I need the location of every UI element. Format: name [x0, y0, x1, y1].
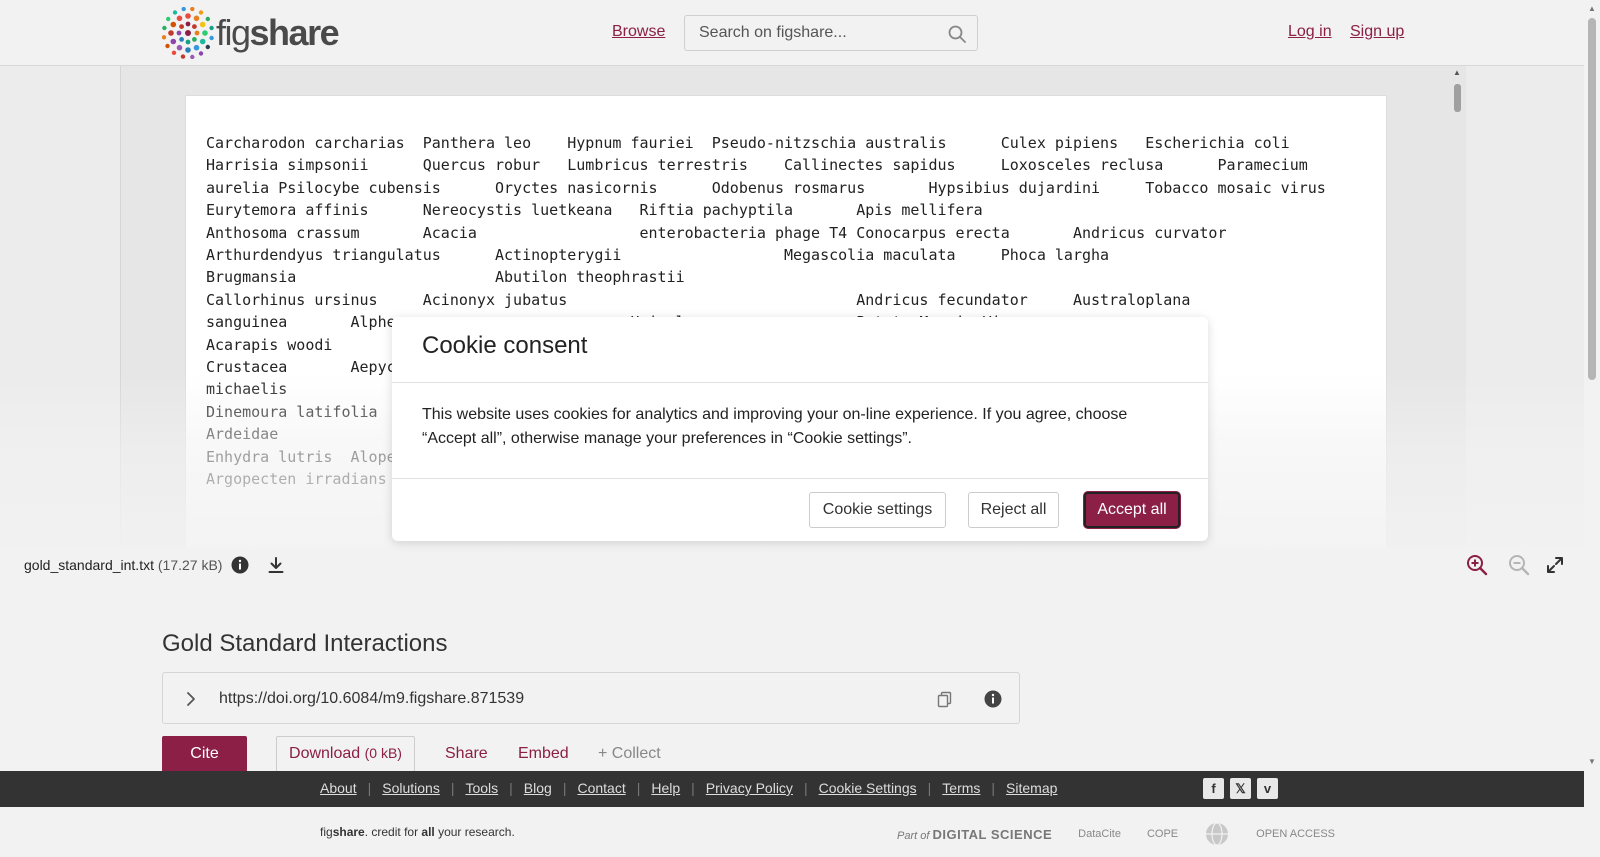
vimeo-icon[interactable]: v [1257, 778, 1278, 799]
cite-button[interactable]: Cite [162, 736, 247, 772]
footer-links: About | Solutions | Tools | Blog | Contact | … [320, 780, 1057, 796]
datacite-logo[interactable]: DataCite [1078, 828, 1121, 840]
zoom-out-icon[interactable] [1508, 554, 1530, 576]
partner-logos: Part of DIGITAL SCIENCE DataCite COPE OP… [897, 821, 1335, 847]
scroll-up-arrow-icon[interactable]: ▲ [1588, 4, 1596, 13]
download-button-label: Download [289, 745, 361, 762]
tagline-all: all [421, 825, 435, 839]
info-icon[interactable] [230, 555, 250, 575]
logo-wordmark: figshare [216, 12, 340, 54]
figshare-logo[interactable]: figshare [162, 7, 340, 59]
site-header: figshare Browse Log in Sign up [0, 0, 1584, 66]
share-link[interactable]: Share [445, 745, 488, 763]
globe-icon[interactable] [1204, 821, 1230, 847]
item-title: Gold Standard Interactions [162, 630, 448, 657]
reject-all-button[interactable]: Reject all [968, 492, 1059, 528]
page-scroll-thumb[interactable] [1588, 18, 1596, 380]
digital-science-logo[interactable]: Part of DIGITAL SCIENCE [897, 827, 1052, 842]
footer-separator: | [927, 780, 932, 796]
file-name: gold_standard_int.txt [24, 557, 154, 573]
tagline-share: share [332, 825, 365, 839]
footer-separator: | [367, 780, 372, 796]
fullscreen-icon[interactable] [1545, 555, 1565, 575]
footer-link-sitemap[interactable]: Sitemap [1006, 780, 1057, 796]
footer-link-help[interactable]: Help [651, 780, 680, 796]
accept-all-button[interactable]: Accept all [1084, 492, 1180, 528]
info-icon[interactable] [983, 689, 1003, 709]
chevron-right-icon[interactable] [181, 689, 201, 709]
open-access-logo[interactable]: OPEN ACCESS [1256, 828, 1335, 840]
footer-link-about[interactable]: About [320, 780, 357, 796]
login-link[interactable]: Log in [1288, 23, 1332, 41]
download-icon[interactable] [266, 555, 286, 575]
logo-text-light: fig [216, 12, 251, 53]
cookie-consent-dialog: Cookie consent This website uses cookies… [392, 317, 1208, 541]
footer-separator: | [562, 780, 567, 796]
embed-link[interactable]: Embed [518, 745, 569, 763]
search-icon[interactable] [947, 24, 967, 44]
footer-link-privacy-policy[interactable]: Privacy Policy [706, 780, 793, 796]
file-toolbar: gold_standard_int.txt (17.27 kB) [0, 548, 1584, 582]
doi-panel: https://doi.org/10.6084/m9.figshare.8715… [162, 672, 1020, 724]
footer-separator: | [803, 780, 808, 796]
digital-science-prefix: Part of [897, 829, 930, 842]
footer-link-contact[interactable]: Contact [577, 780, 625, 796]
footer-separator: | [991, 780, 996, 796]
logo-text-bold: share [249, 12, 340, 53]
item-details: Gold Standard Interactions https://doi.o… [0, 582, 1584, 772]
search-box[interactable] [684, 15, 978, 51]
facebook-icon[interactable]: f [1203, 778, 1224, 799]
footer-separator: | [636, 780, 641, 796]
doi-link[interactable]: https://doi.org/10.6084/m9.figshare.8715… [219, 690, 524, 708]
footer-link-terms[interactable]: Terms [942, 780, 980, 796]
modal-title: Cookie consent [422, 332, 588, 359]
download-button[interactable]: Download (0 kB) [276, 736, 415, 772]
scroll-up-arrow-icon[interactable]: ▲ [1453, 68, 1461, 77]
tagline-post: your research. [434, 825, 515, 839]
cookie-settings-button[interactable]: Cookie settings [809, 492, 946, 528]
footer-link-cookie-settings[interactable]: Cookie Settings [819, 780, 917, 796]
footer-link-blog[interactable]: Blog [524, 780, 552, 796]
footer-nav: About | Solutions | Tools | Blog | Contact | … [0, 771, 1584, 807]
tagline-mid: . credit for [364, 825, 422, 839]
footer-bottom: figshare. credit for all your research. … [0, 807, 1584, 857]
digital-science-text: DIGITAL SCIENCE [932, 826, 1053, 842]
browse-link[interactable]: Browse [612, 23, 665, 41]
footer-separator: | [509, 780, 513, 796]
signup-link[interactable]: Sign up [1350, 23, 1404, 41]
modal-footer: Cookie settings Reject all Accept all [392, 479, 1208, 541]
footer-separator: | [450, 780, 455, 796]
x-twitter-icon[interactable]: 𝕏 [1230, 778, 1251, 799]
footer-separator: | [691, 780, 695, 796]
download-size: (0 kB) [364, 745, 402, 761]
collect-link[interactable]: + Collect [598, 745, 661, 763]
cope-logo[interactable]: COPE [1147, 828, 1178, 840]
modal-header: Cookie consent [392, 317, 1208, 383]
footer-link-solutions[interactable]: Solutions [382, 780, 440, 796]
scroll-down-arrow-icon[interactable]: ▼ [1588, 757, 1596, 766]
footer-tagline: figshare. credit for all your research. [320, 825, 515, 839]
file-size: (17.27 kB) [157, 557, 223, 573]
modal-body: This website uses cookies for analytics … [392, 383, 1208, 479]
social-links: f 𝕏 v [1203, 778, 1278, 799]
zoom-in-icon[interactable] [1466, 554, 1488, 576]
file-name-label: gold_standard_int.txt (17.27 kB) [24, 557, 222, 573]
tagline-fig: fig [320, 825, 333, 839]
page-scrollbar[interactable]: ▲ ▼ [1584, 0, 1600, 771]
figshare-logo-icon [162, 7, 214, 59]
viewer-scroll-thumb[interactable] [1454, 84, 1461, 112]
footer-link-tools[interactable]: Tools [465, 780, 498, 796]
copy-icon[interactable] [935, 689, 955, 709]
search-input[interactable] [685, 16, 925, 50]
